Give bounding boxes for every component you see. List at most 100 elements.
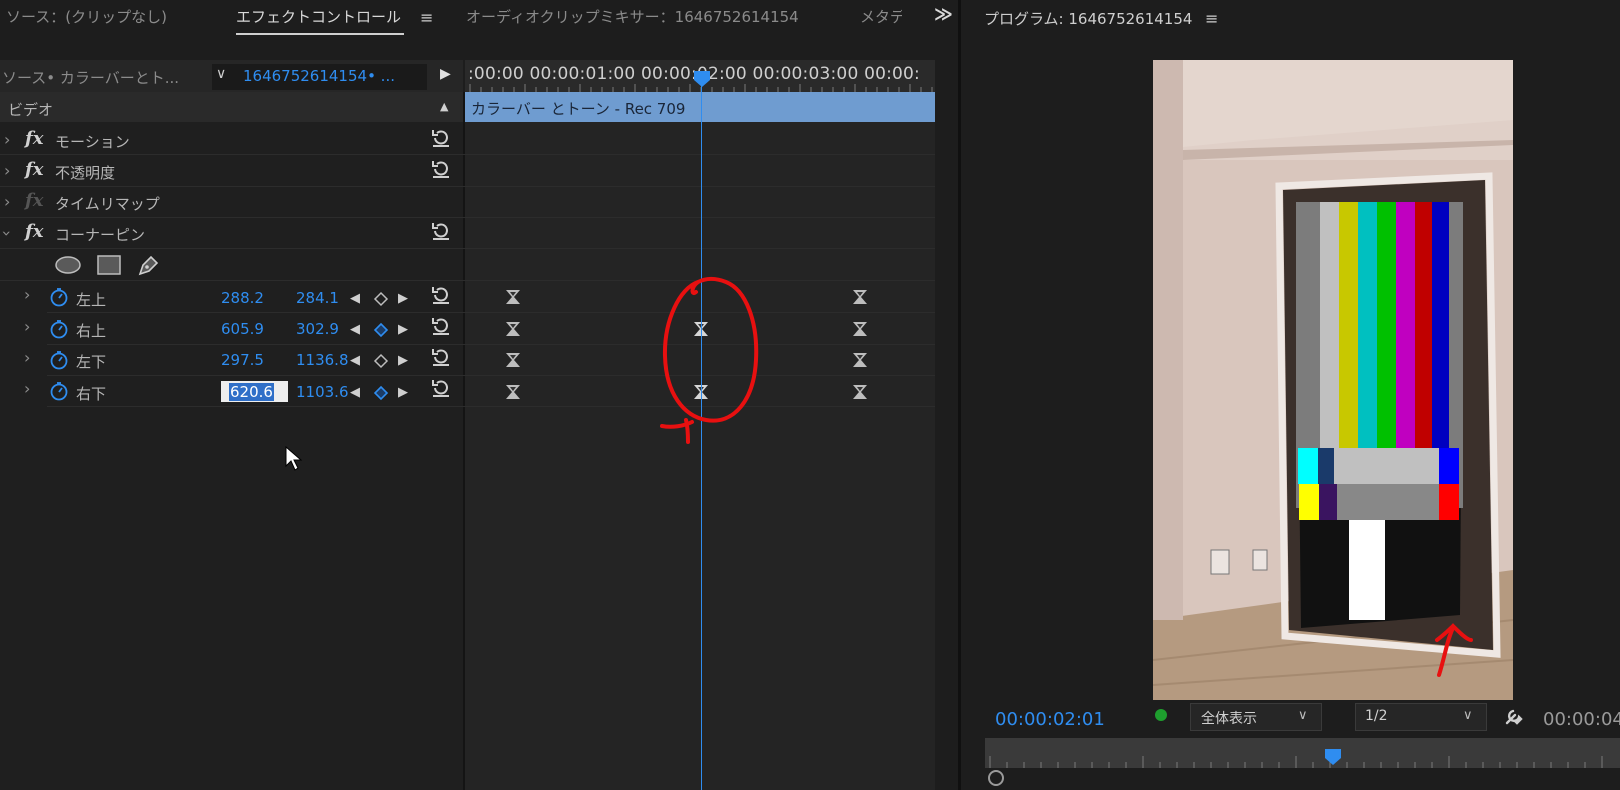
next-keyframe-button[interactable]: ▶ [398,291,408,306]
scrubber-ticks [989,756,1603,768]
program-timecode[interactable]: 00:00:02:01 [995,709,1105,730]
param-y-value[interactable]: 1103.6 [296,383,349,401]
fx-icon: fx [25,190,44,211]
param-label-bottom-left: 左下 [76,353,107,371]
keyframe-marker-icon[interactable] [851,288,869,306]
keyframe-marker-icon[interactable] [851,383,869,401]
effect-corner-pin[interactable]: コーナーピン [55,224,145,245]
color-bars [1296,202,1463,628]
stopwatch-icon[interactable] [49,319,69,339]
expand-time-remap-icon[interactable]: › [4,192,10,211]
previous-keyframe-button[interactable]: ◀ [350,291,360,306]
keyframe-active-icon[interactable] [372,384,390,402]
stopwatch-icon[interactable] [49,381,69,401]
keyframe-marker-icon[interactable] [504,288,522,306]
keyframe-marker-icon[interactable] [504,383,522,401]
chevron-down-icon: ∨ [1463,708,1473,723]
tab-source[interactable]: ソース：(クリップなし) [6,6,167,27]
expand-param-icon[interactable]: › [24,285,30,304]
add-keyframe-icon[interactable] [372,352,390,370]
keyframe-marker-icon[interactable] [504,320,522,338]
program-monitor-title[interactable]: プログラム: 1646752614154 [984,8,1192,29]
tab-effect-controls[interactable]: エフェクトコントロール [236,6,401,27]
pen-mask-icon[interactable] [137,253,161,277]
scrubber-playhead[interactable] [1324,748,1342,766]
chevron-down-icon: ∨ [1298,708,1308,723]
zoom-label: 全体表示 [1201,711,1257,727]
row-divider [0,217,935,218]
next-keyframe-button[interactable]: ▶ [398,385,408,400]
param-x-selected-text[interactable]: 620.6 [229,383,274,401]
collapse-corner-pin-icon[interactable]: › [0,230,17,236]
reset-icon[interactable] [430,284,452,306]
previous-keyframe-button[interactable]: ◀ [350,385,360,400]
rectangle-mask-icon[interactable] [97,255,121,275]
param-x-value[interactable]: 288.2 [221,289,264,307]
next-keyframe-button[interactable]: ▶ [398,322,408,337]
previous-keyframe-button[interactable]: ◀ [350,353,360,368]
reset-icon[interactable] [430,127,452,149]
row-divider [0,280,935,281]
keyframe-marker-icon[interactable] [504,351,522,369]
param-label-top-left: 左上 [76,291,107,309]
active-tab-indicator [236,33,404,35]
row-divider [47,312,935,313]
effect-time-remap[interactable]: タイムリマップ [55,193,160,214]
keyframe-marker-icon[interactable] [851,320,869,338]
show-timeline-button[interactable]: ▶ [440,66,451,82]
expand-param-icon[interactable]: › [24,348,30,367]
status-indicator [1155,709,1167,721]
video-header: ビデオ [8,101,54,119]
pane-splitter[interactable] [463,92,465,790]
reset-icon[interactable] [430,158,452,180]
fx-icon[interactable]: fx [25,128,43,149]
reset-icon[interactable] [430,220,452,242]
more-panels-icon[interactable]: ≫ [934,4,953,25]
param-x-value[interactable]: 297.5 [221,351,264,369]
param-label-bottom-right: 右下 [76,385,107,403]
ellipse-mask-icon[interactable] [54,255,82,275]
expand-param-icon[interactable]: › [24,317,30,336]
param-y-value[interactable]: 302.9 [296,320,339,338]
keyframe-active-icon[interactable] [372,321,390,339]
fx-icon[interactable]: fx [25,221,43,242]
param-y-value[interactable]: 1136.8 [296,351,349,369]
program-duration: 00:00:04 [1543,709,1620,730]
add-keyframe-icon[interactable] [372,290,390,308]
panel-menu-icon[interactable]: ≡ [420,8,433,27]
panel-menu-icon[interactable]: ≡ [1205,9,1218,28]
wrench-icon[interactable] [1503,705,1525,727]
reset-icon[interactable] [430,315,452,337]
program-video-frame[interactable] [1153,60,1513,700]
playhead-handle[interactable] [693,70,711,88]
effect-motion[interactable]: モーション [55,131,130,152]
param-y-value[interactable]: 284.1 [296,289,339,307]
reset-icon[interactable] [430,377,452,399]
collapse-arrow-icon[interactable]: ▲ [440,100,448,113]
tab-metadata[interactable]: メタデ [860,6,902,27]
expand-motion-icon[interactable]: › [4,130,10,149]
row-divider [47,344,935,345]
next-keyframe-button[interactable]: ▶ [398,353,408,368]
video-header-bar [0,92,463,122]
previous-keyframe-button[interactable]: ◀ [350,322,360,337]
stopwatch-icon[interactable] [49,287,69,307]
expand-opacity-icon[interactable]: › [4,161,10,180]
row-divider [47,406,935,407]
row-divider [0,248,935,249]
tab-audio-clip-mixer[interactable]: オーディオクリップミキサー：1646752614154 [466,6,799,27]
effect-opacity[interactable]: 不透明度 [55,162,115,183]
expand-param-icon[interactable]: › [24,379,30,398]
row-divider [0,154,935,155]
in-point-handle[interactable] [988,770,1004,786]
reset-icon[interactable] [430,346,452,368]
clip-label: カラーバー とトーン - Rec 709 [471,100,686,118]
fx-icon[interactable]: fx [25,159,43,180]
source-clip-label[interactable]: ソース• カラーバーとト... [2,67,179,88]
stopwatch-icon[interactable] [49,350,69,370]
param-x-value[interactable]: 605.9 [221,320,264,338]
keyframe-marker-icon[interactable] [851,351,869,369]
sequence-clip-label[interactable]: 1646752614154• ... [243,67,395,85]
mouse-cursor-icon [285,446,303,471]
panel-divider [958,0,961,790]
